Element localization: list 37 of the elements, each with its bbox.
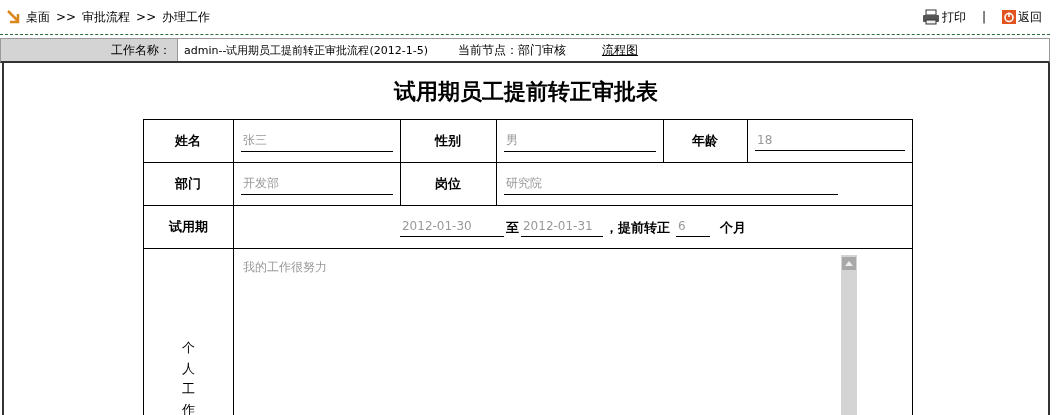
breadcrumb-separator: >> [56,10,77,24]
field-label: 年龄 [663,119,748,163]
arrow-icon [6,10,20,24]
input-field[interactable]: 研究院 [503,173,838,195]
breadcrumb-separator: >> [136,10,157,24]
field-label: 个人工作 [182,338,195,415]
flow-chart-link[interactable]: 流程图 [601,41,638,59]
back-link[interactable]: 返回 [1002,8,1042,26]
power-icon [1002,10,1016,24]
text-area-field[interactable]: 我的工作很努力 [240,255,841,415]
print-link[interactable]: 打印 [921,8,966,26]
input-field[interactable]: 18 [755,131,905,151]
input-field[interactable]: 开发部 [240,173,393,195]
input-field[interactable]: 男 [503,130,656,152]
field-label: 部门 [143,162,234,206]
scrollbar[interactable] [841,255,857,415]
field-label: 岗位 [400,162,497,206]
unit-label: 个月 [720,219,746,237]
input-field[interactable]: 张三 [240,130,393,152]
printer-icon [921,9,940,25]
input-field[interactable]: 6 [676,217,710,237]
up-arrow-icon [845,261,853,266]
to-label: 至 [506,219,519,237]
info-label: 工作名称： [1,39,178,61]
action-separator: | [981,10,986,24]
breadcrumb-item: 审批流程 [82,8,131,26]
work-name: admin--试用期员工提前转正审批流程(2012-1-5) [184,42,428,58]
breadcrumb-item: 桌面 [26,8,50,26]
field-label: 试用期 [143,205,234,249]
form-title: 试用期员工提前转正审批表 [392,78,659,106]
field-label: 姓名 [143,119,234,163]
input-field[interactable]: 2012-01-30 [400,217,504,237]
input-field[interactable]: 2012-01-31 [521,217,603,237]
early-label: ，提前转正 [605,219,670,237]
field-label: 性别 [400,119,497,163]
current-node-label: 当前节点：部门审核 [457,41,566,59]
breadcrumb-item: 办理工作 [162,8,211,26]
